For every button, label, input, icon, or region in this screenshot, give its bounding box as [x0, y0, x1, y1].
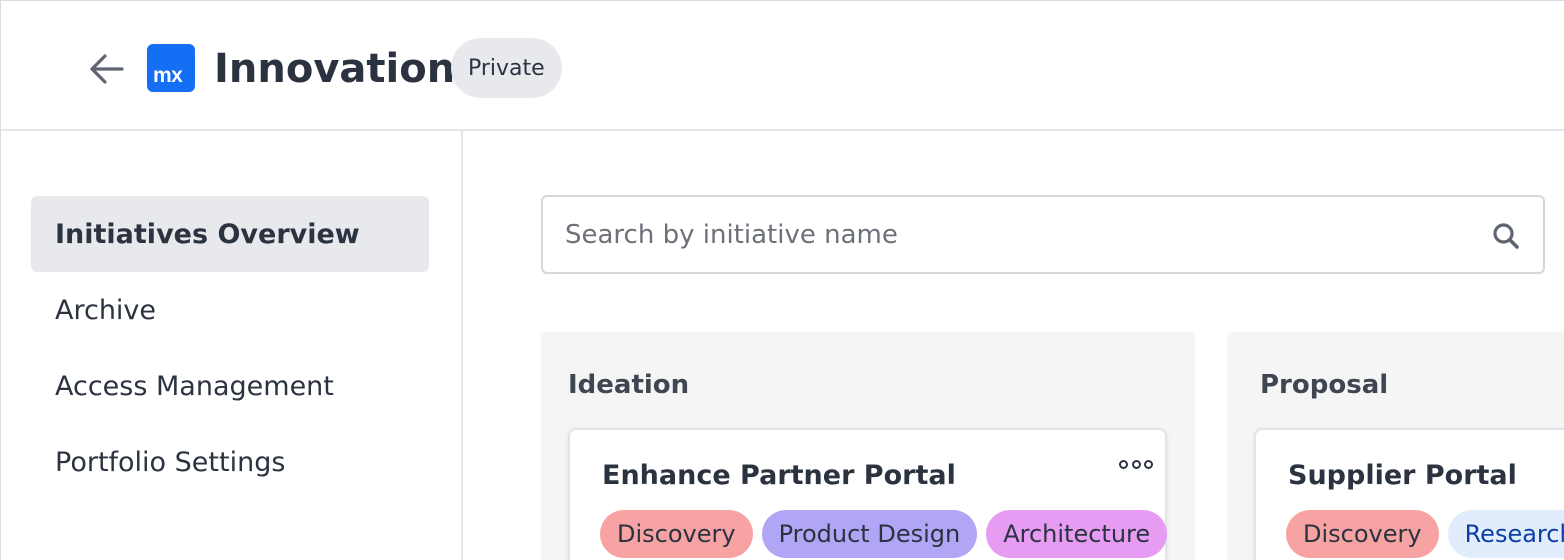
sidebar-item-archive[interactable]: Archive [31, 272, 429, 348]
app-logo: mx [147, 44, 195, 92]
column-title: Proposal [1260, 370, 1389, 400]
sidebar-item-label: Access Management [55, 370, 334, 402]
search-icon[interactable] [1491, 221, 1521, 251]
tag-discovery: Discovery [1286, 510, 1439, 558]
more-options-icon[interactable] [1119, 456, 1153, 472]
search-input[interactable] [565, 204, 1465, 265]
logo-text: mx [153, 64, 183, 87]
back-button[interactable] [85, 47, 129, 91]
page-title: Innovation [214, 46, 456, 92]
tag-product-design: Product Design [761, 510, 978, 558]
card-tags: Discovery Research [1286, 510, 1564, 558]
sidebar-item-portfolio-settings[interactable]: Portfolio Settings [31, 424, 429, 500]
page-header: mx Innovation Private [1, 1, 1564, 131]
tag-architecture: Architecture [986, 510, 1168, 558]
card-tags: Discovery Product Design Architecture [600, 510, 1168, 558]
tag-discovery: Discovery [600, 510, 753, 558]
tag-research: Research [1447, 510, 1564, 558]
search-box [541, 195, 1545, 274]
card-title: Supplier Portal [1288, 460, 1517, 491]
visibility-badge: Private [451, 38, 562, 98]
initiative-card[interactable]: Enhance Partner Portal Discovery Product… [568, 428, 1168, 560]
column-title: Ideation [568, 370, 690, 400]
initiative-card[interactable]: Supplier Portal Discovery Research [1254, 428, 1564, 560]
sidebar-item-label: Portfolio Settings [55, 446, 286, 478]
sidebar-item-label: Initiatives Overview [55, 218, 360, 250]
sidebar-item-initiatives-overview[interactable]: Initiatives Overview [31, 196, 429, 272]
card-title: Enhance Partner Portal [602, 460, 956, 491]
sidebar-item-access-management[interactable]: Access Management [31, 348, 429, 424]
arrow-left-icon [90, 54, 124, 84]
app-window: mx Innovation Private Initiatives Overvi… [0, 0, 1564, 560]
sidebar: Initiatives Overview Archive Access Mana… [1, 131, 463, 560]
board-column-ideation: Ideation Enhance Partner Portal Discover… [541, 332, 1195, 560]
sidebar-item-label: Archive [55, 294, 157, 326]
board-column-proposal: Proposal Supplier Portal Discovery Resea… [1227, 332, 1564, 560]
